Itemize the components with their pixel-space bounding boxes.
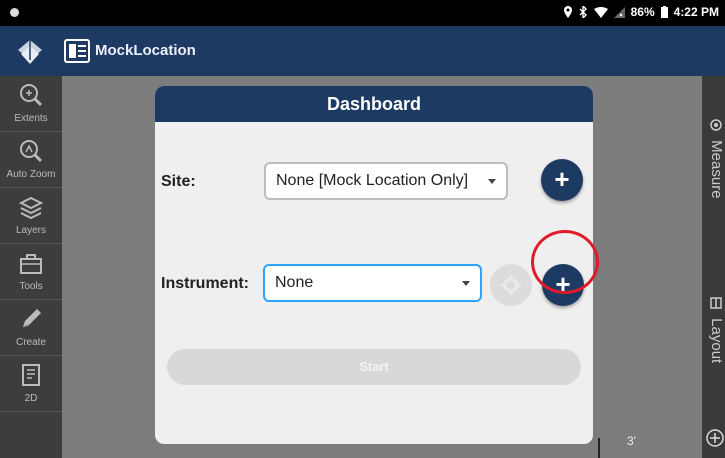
clock: 4:22 PM [673,5,719,19]
highlight-circle [531,230,599,294]
app-bar: MockLocation [0,26,725,76]
site-label: Site: [161,173,196,190]
signal-icon [613,6,625,18]
chevron-down-icon [462,281,470,286]
start-button[interactable]: Start [167,349,581,385]
instrument-settings-button[interactable] [490,264,532,306]
sidebar-item-label: 2D [24,393,38,404]
instrument-label: Instrument: [161,275,249,292]
dashboard-dialog: Dashboard Site: None [Mock Location Only… [155,86,593,444]
scale-label: 3' [627,434,636,448]
sidebar-item-tools[interactable]: Tools [0,244,62,300]
pencil-icon [22,309,41,328]
tab-layout[interactable]: Layout [702,296,725,363]
layout-icon [710,297,722,309]
scale-bar [598,438,600,458]
instrument-select[interactable]: None [263,264,482,302]
site-select[interactable]: None [Mock Location Only] [264,162,508,200]
sidebar-item-label: Extents [14,113,48,124]
left-sidebar: Extents Auto Zoom Layers Tools Create 2D [0,76,62,458]
sidebar-item-auto-zoom[interactable]: Auto Zoom [0,132,62,188]
sidebar-item-2d[interactable]: 2D [0,356,62,412]
add-site-button[interactable]: + [541,159,583,201]
battery-percent: 86% [630,5,655,19]
app-logo-icon[interactable] [16,38,44,66]
battery-icon [660,6,668,18]
sidebar-item-create[interactable]: Create [0,300,62,356]
sidebar-item-label: Create [15,337,46,348]
map-list-icon[interactable] [64,39,90,63]
sidebar-item-extents[interactable]: Extents [0,76,62,132]
dialog-title: Dashboard [155,86,593,122]
tab-measure-label: Measure [708,140,725,199]
zoom-extents-icon [20,84,43,107]
gear-icon [501,275,521,295]
auto-zoom-icon [20,140,43,163]
sidebar-item-label: Layers [15,225,46,236]
view-2d-icon [22,364,40,386]
sidebar-item-layers[interactable]: Layers [0,188,62,244]
bluetooth-icon [579,6,587,18]
instrument-select-value: None [275,274,314,291]
site-select-value: None [Mock Location Only] [276,172,469,189]
wifi-icon [593,6,608,18]
status-icons: 86% 4:22 PM [563,5,719,19]
location-icon [563,6,572,18]
layers-icon [18,196,44,220]
measure-icon [710,119,722,131]
app-title: MockLocation [95,42,196,59]
notification-dot-icon [10,8,19,17]
sidebar-item-label: Auto Zoom [6,169,56,180]
sidebar-item-label: Tools [19,281,43,292]
toolbox-icon [20,254,42,274]
tab-measure[interactable]: Measure [702,118,725,199]
chevron-down-icon [488,179,496,184]
zoom-in-icon[interactable] [705,428,725,448]
tab-layout-label: Layout [708,318,725,364]
status-bar: 86% 4:22 PM [0,0,725,26]
